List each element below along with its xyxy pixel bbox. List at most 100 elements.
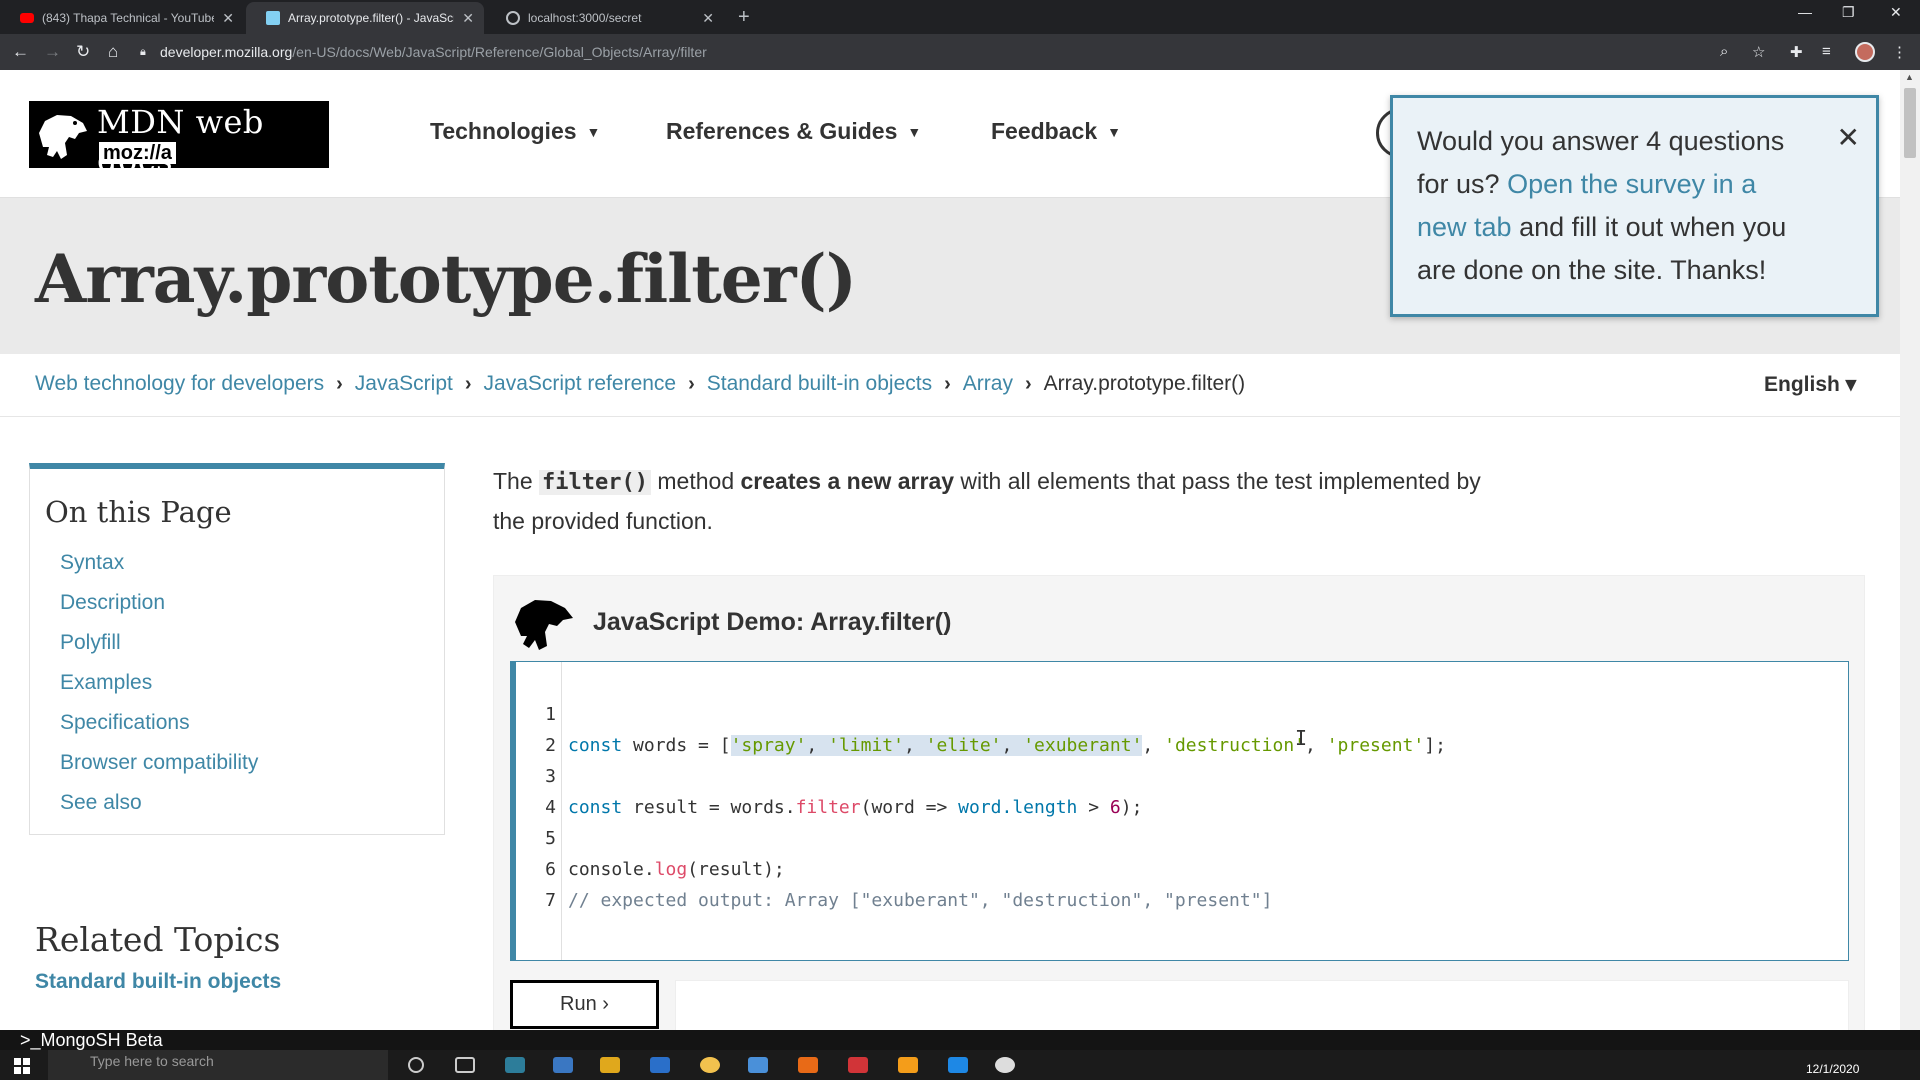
breadcrumb-link[interactable]: JavaScript [355, 372, 453, 396]
code-line: 7 [516, 854, 581, 911]
media-queue-icon[interactable]: ≡ [1822, 43, 1831, 60]
url-field[interactable]: 🔒︎ developer.mozilla.org /en-US/docs/Web… [140, 38, 1750, 66]
nav-feedback[interactable]: Feedback ▼ [991, 118, 1121, 145]
code-token: > [1077, 797, 1110, 818]
app-icon[interactable] [898, 1057, 918, 1073]
scrollbar-thumb[interactable] [1904, 88, 1916, 158]
app-icon[interactable] [650, 1057, 670, 1073]
code-token: 'spray' [730, 735, 807, 756]
profile-avatar[interactable] [1855, 42, 1875, 62]
code-line: 6 // expected output: Array ["exuberant"… [516, 823, 1272, 911]
tab-title: Array.prototype.filter() - JavaScrip [288, 11, 455, 25]
toc-item-description[interactable]: Description [60, 583, 444, 623]
toc-item-browser-compatibility[interactable]: Browser compatibility [60, 743, 444, 783]
chrome-icon[interactable] [700, 1057, 720, 1073]
code-token: (word => [860, 797, 959, 818]
code-token: result = words. [622, 797, 796, 818]
page-scrollbar[interactable]: ▲ [1900, 70, 1920, 1040]
breadcrumb-link[interactable]: JavaScript reference [484, 372, 677, 396]
nav-references-guides[interactable]: References & Guides ▼ [666, 118, 921, 145]
intro-paragraph: The filter() method creates a new array … [493, 462, 1513, 540]
language-selector[interactable]: English ▾ [1764, 372, 1856, 397]
code-token: , [1001, 735, 1024, 756]
code-token: , [1305, 735, 1327, 756]
bookmark-star-icon[interactable]: ☆ [1752, 43, 1765, 61]
toc-item-polyfill[interactable]: Polyfill [60, 623, 444, 663]
breadcrumb-link[interactable]: Standard built-in objects [707, 372, 932, 396]
windows-start-icon[interactable] [14, 1058, 30, 1074]
close-icon[interactable]: ✕ [462, 10, 474, 27]
code-editor[interactable]: 1 const words = ['spray', 'limit', 'elit… [510, 661, 1849, 961]
caret-down-icon: ▼ [1107, 123, 1121, 140]
youtube-icon [20, 13, 34, 23]
scroll-up-icon[interactable]: ▲ [1905, 72, 1914, 82]
selection: 'spray', 'limit', 'elite', 'exuberant' [730, 735, 1143, 756]
app-icon[interactable] [553, 1057, 573, 1073]
app-icon[interactable] [505, 1057, 525, 1073]
code-token: log [654, 859, 688, 880]
url-host: developer.mozilla.org [160, 44, 293, 60]
close-icon[interactable]: ✕ [222, 10, 234, 27]
minimize-icon[interactable]: — [1798, 4, 1812, 20]
close-window-icon[interactable]: ✕ [1890, 4, 1902, 21]
restore-icon[interactable]: ❐ [1842, 4, 1855, 21]
mozilla-wordmark: moz://a [99, 142, 176, 164]
app-icon[interactable] [995, 1057, 1015, 1073]
nav-label: References & Guides [666, 118, 898, 144]
page-title: Array.prototype.filter() [35, 240, 857, 318]
close-icon[interactable]: ✕ [702, 10, 714, 27]
line-number: 7 [545, 890, 556, 911]
related-topics-heading: Related Topics [35, 920, 281, 959]
cortana-icon[interactable] [408, 1057, 424, 1073]
home-icon[interactable]: ⌂ [108, 42, 118, 62]
tab-title: localhost:3000/secret [528, 11, 642, 25]
breadcrumb-link[interactable]: Web technology for developers [35, 372, 324, 396]
intro-text: The [493, 468, 540, 494]
app-icon[interactable] [848, 1057, 868, 1073]
menu-kebab-icon[interactable]: ⋮ [1892, 43, 1907, 61]
code-token: 'elite' [925, 735, 1002, 756]
vscode-icon[interactable] [948, 1057, 968, 1073]
task-view-icon[interactable] [455, 1057, 475, 1073]
nav-technologies[interactable]: Technologies ▼ [430, 118, 600, 145]
code-token: ]; [1424, 735, 1446, 756]
mdn-logo[interactable]: MDN web docs moz://a [29, 101, 329, 179]
mdn-icon [266, 11, 280, 25]
forward-icon[interactable]: → [44, 42, 61, 62]
run-button[interactable]: Run › [510, 980, 659, 1029]
back-icon[interactable]: ← [12, 42, 29, 62]
toc-item-see-also[interactable]: See also [60, 783, 444, 823]
dinosaur-icon [39, 115, 87, 159]
reload-icon[interactable]: ↻ [76, 42, 90, 62]
related-link-standard-objects[interactable]: Standard built-in objects [35, 970, 281, 994]
lock-icon: 🔒︎ [140, 46, 146, 58]
dinosaur-icon [515, 600, 573, 650]
app-icon[interactable] [748, 1057, 768, 1073]
toc-item-examples[interactable]: Examples [60, 663, 444, 703]
app-icon[interactable] [798, 1057, 818, 1073]
inline-code: filter() [539, 470, 651, 495]
file-explorer-icon[interactable] [600, 1057, 620, 1073]
zoom-icon[interactable]: ⌕ [1720, 43, 1728, 60]
tab-mdn[interactable]: Array.prototype.filter() - JavaScrip ✕ [246, 2, 484, 34]
taskbar-search[interactable]: Type here to search [48, 1050, 388, 1080]
code-token: word.length [958, 797, 1078, 818]
code-line: 5 console.log(result); [516, 792, 785, 880]
mongosh-overlay: >_MongoSH Beta [0, 1030, 1920, 1050]
taskbar-date: 12/1/2020 [1806, 1062, 1860, 1076]
code-text: const words = ['spray', 'limit', 'elite'… [568, 730, 1446, 761]
code-line: 4 [516, 761, 581, 818]
toc-title: On this Page [45, 495, 232, 529]
extensions-icon[interactable]: ✚ [1790, 43, 1803, 61]
toc-item-syntax[interactable]: Syntax [60, 543, 444, 583]
code-text: console.log(result); [568, 854, 785, 885]
close-icon[interactable]: ✕ [1837, 116, 1860, 159]
tab-localhost[interactable]: localhost:3000/secret ✕ [486, 2, 724, 34]
tab-youtube[interactable]: (843) Thapa Technical - YouTube ✕ [0, 2, 244, 34]
toc-item-specifications[interactable]: Specifications [60, 703, 444, 743]
breadcrumb-link[interactable]: Array [963, 372, 1013, 396]
taskbar: Type here to search 12/1/2020 [0, 1050, 1920, 1080]
new-tab-button[interactable]: + [738, 6, 750, 29]
globe-icon [506, 11, 520, 25]
code-token: , [1142, 735, 1165, 756]
